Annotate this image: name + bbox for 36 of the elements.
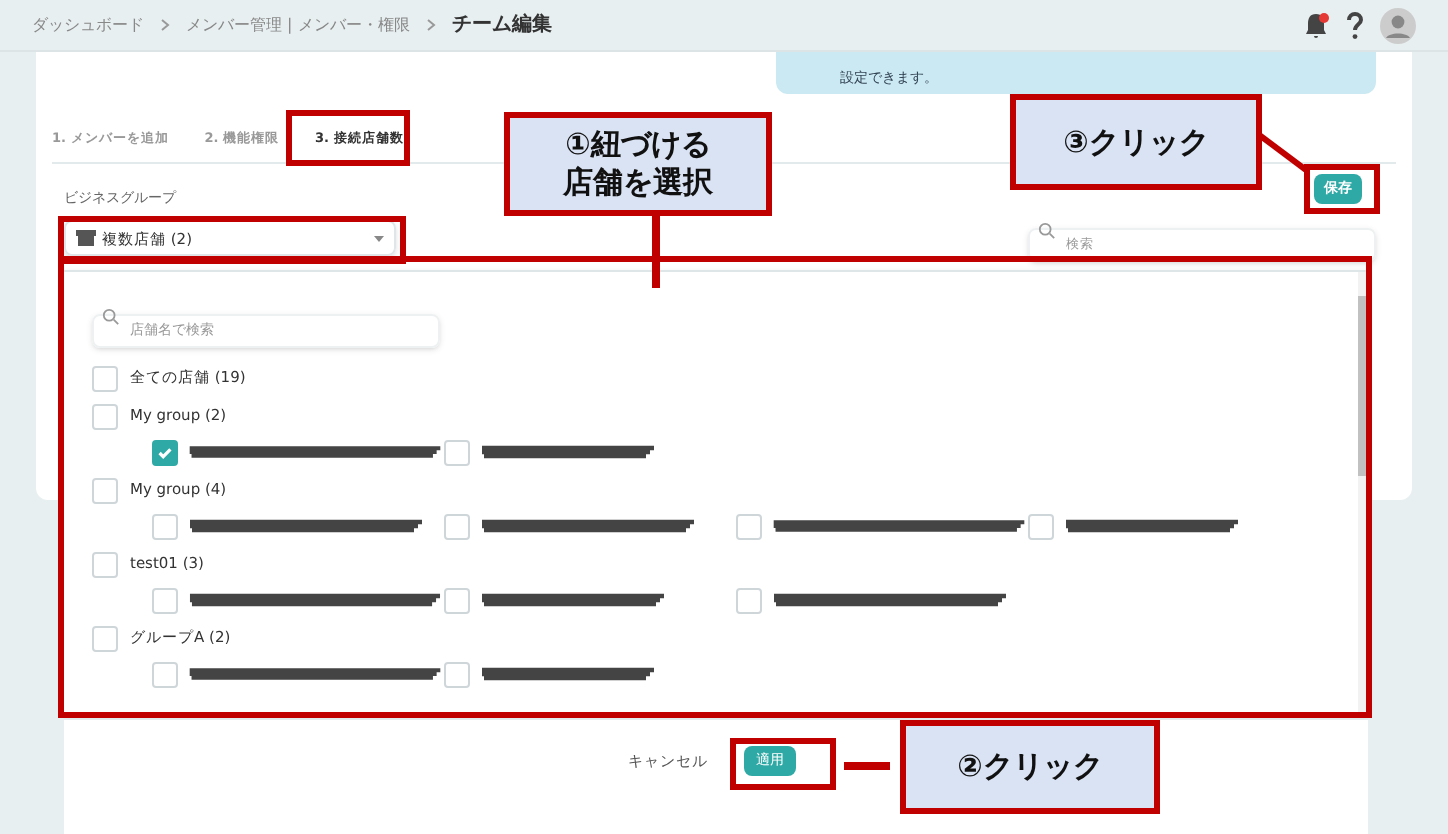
- checkbox[interactable]: [92, 365, 118, 391]
- callout-box: ③クリック: [1010, 94, 1262, 190]
- checkbox[interactable]: [92, 551, 118, 577]
- caret-icon: [374, 235, 384, 242]
- chevron-icon: [425, 18, 436, 32]
- store-icon: [76, 230, 96, 247]
- callout-box: ②クリック: [900, 720, 1160, 814]
- chevron-icon: [160, 18, 170, 32]
- checkbox[interactable]: [444, 513, 470, 539]
- search-icon: [1038, 222, 1056, 241]
- help-icon[interactable]: [1346, 11, 1364, 39]
- callout-box: ①紐づける 店舗を選択: [504, 112, 772, 216]
- checkbox[interactable]: [444, 661, 470, 687]
- checkbox[interactable]: [736, 587, 762, 613]
- page-title: チーム編集: [451, 11, 552, 40]
- highlight-frame: [1304, 164, 1380, 214]
- breadcrumb-link[interactable]: ダッシュボード: [32, 13, 144, 37]
- avatar-icon[interactable]: [1380, 7, 1416, 43]
- checkbox[interactable]: [92, 477, 118, 503]
- checkbox[interactable]: [444, 587, 470, 613]
- search-icon: [102, 308, 120, 326]
- highlight-frame: [286, 110, 410, 166]
- checkbox[interactable]: [1028, 513, 1054, 539]
- checkbox[interactable]: [444, 439, 470, 465]
- checkbox[interactable]: [736, 513, 762, 539]
- leader-line: [1256, 132, 1308, 172]
- bell-icon[interactable]: [1304, 11, 1330, 39]
- checkbox[interactable]: [152, 513, 178, 539]
- breadcrumb-link[interactable]: メンバー管理 | メンバー・権限: [186, 13, 410, 37]
- checkbox[interactable]: [152, 587, 178, 613]
- checkbox[interactable]: [152, 661, 178, 687]
- checkbox[interactable]: [152, 439, 178, 465]
- checkbox[interactable]: [92, 403, 118, 429]
- highlight-frame: [730, 738, 836, 790]
- check-icon: [156, 443, 174, 461]
- checkbox[interactable]: [92, 625, 118, 651]
